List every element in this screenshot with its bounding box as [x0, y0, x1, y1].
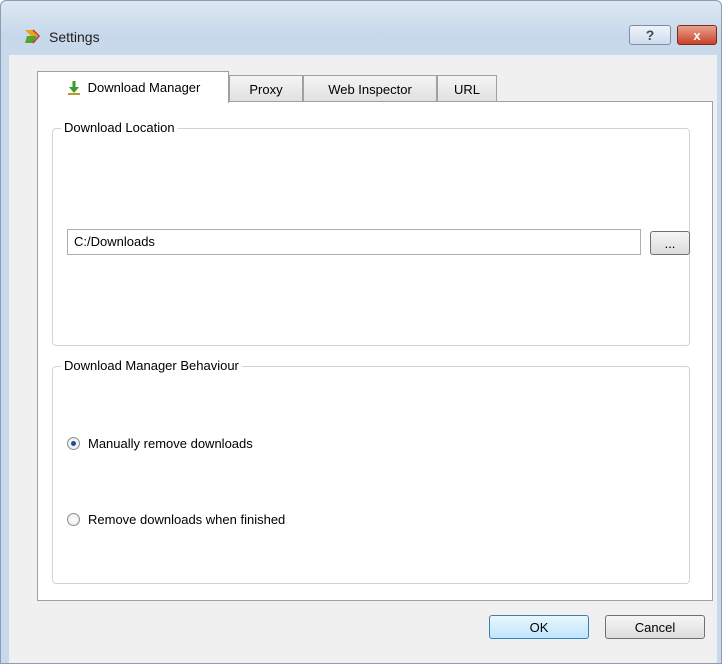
radio-button-checked[interactable] [67, 437, 80, 450]
tab-label: Web Inspector [328, 81, 412, 97]
download-arrow-icon [67, 80, 80, 95]
download-behaviour-group: Download Manager Behaviour Manually remo… [52, 358, 690, 584]
download-location-group: Download Location C:/Downloads ... [52, 120, 690, 346]
dialog-client-area: Download Manager Proxy Web Inspector URL… [9, 55, 717, 663]
tab-label: URL [453, 81, 480, 97]
tab-proxy[interactable]: Proxy [229, 75, 303, 102]
tab-url[interactable]: URL [437, 75, 497, 102]
ok-button[interactable]: OK [489, 615, 589, 639]
tab-label: Proxy [249, 81, 283, 97]
close-button[interactable]: x [677, 25, 717, 45]
option-label: Manually remove downloads [88, 436, 253, 451]
download-manager-pane: Download Location C:/Downloads ... Downl… [37, 101, 713, 601]
tab-label: Download Manager [87, 80, 201, 95]
title-bar[interactable]: Settings ? x [1, 1, 721, 45]
download-path-input[interactable]: C:/Downloads [67, 229, 641, 255]
help-icon: ? [645, 27, 655, 43]
cancel-button[interactable]: Cancel [605, 615, 705, 639]
radio-button[interactable] [67, 513, 80, 526]
manual-remove-option[interactable]: Manually remove downloads [67, 436, 253, 451]
settings-window: Settings ? x Download Manager Proxy Web … [0, 0, 722, 664]
tab-web-inspector[interactable]: Web Inspector [303, 75, 437, 102]
help-button[interactable]: ? [629, 25, 671, 45]
tab-download-manager[interactable]: Download Manager [37, 71, 229, 103]
window-title: Settings [49, 29, 100, 45]
option-label: Remove downloads when finished [88, 512, 286, 527]
group-title: Download Location [61, 120, 178, 135]
group-title: Download Manager Behaviour [61, 358, 242, 373]
auto-remove-option[interactable]: Remove downloads when finished [67, 512, 285, 527]
app-icon [25, 29, 41, 44]
close-icon: x [693, 27, 701, 43]
browse-button[interactable]: ... [650, 231, 690, 255]
